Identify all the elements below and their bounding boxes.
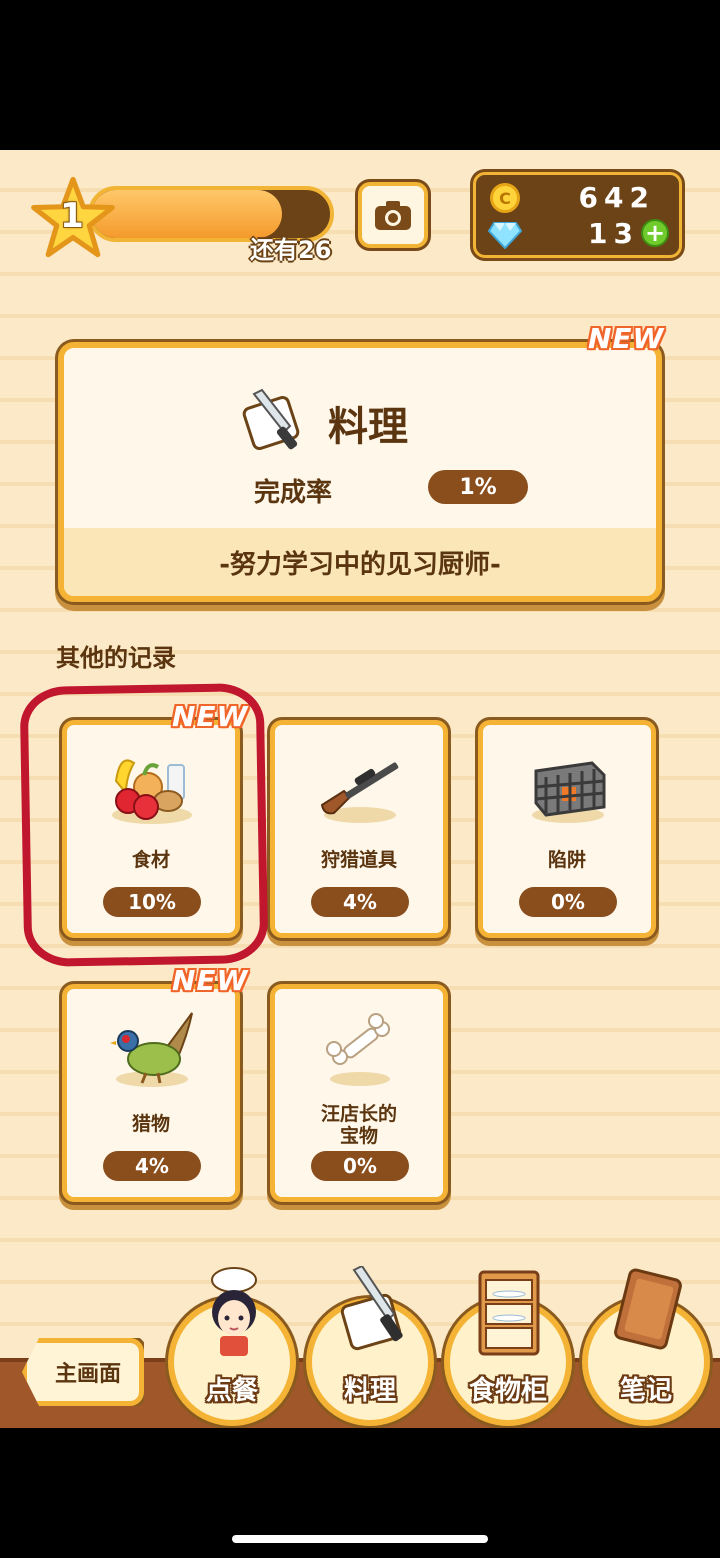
nav-tab-pantry[interactable]: 食物柜 (444, 1270, 572, 1426)
record-percent: 4% (311, 887, 409, 917)
other-records-title: 其他的记录 (56, 644, 176, 672)
nav-label: 笔记 (619, 1376, 672, 1406)
record-label: 猎物 (131, 1113, 170, 1135)
gem-count: 13 (588, 217, 639, 250)
camera-icon (375, 201, 411, 230)
record-tile-hunting-tools[interactable]: 狩猎道具 4% (270, 720, 448, 938)
bone-icon (326, 1013, 390, 1086)
trap-cage-icon (532, 761, 606, 823)
record-label: 陷阱 (547, 849, 586, 871)
knife-board-icon (340, 1266, 403, 1351)
chef-rank-text: -努力学习中的见习厨师- (64, 528, 656, 596)
record-tile-trap[interactable]: 陷阱 0% (478, 720, 656, 938)
ingredients-icon (112, 759, 192, 824)
cupboard-icon (478, 1270, 540, 1356)
new-badge: NEW (588, 322, 665, 355)
home-button[interactable]: 主画面 (22, 1338, 144, 1406)
level-number: 1 (60, 196, 84, 236)
record-percent: 10% (103, 887, 201, 917)
home-indicator[interactable] (232, 1535, 488, 1543)
currency-panel: C 642 13 + (473, 172, 682, 258)
record-tile-game-animals[interactable]: 猎物 4% (62, 984, 240, 1202)
knife-board-icon (242, 388, 300, 450)
record-percent: 0% (519, 887, 617, 917)
record-tile-ingredients[interactable]: 食材 10% (62, 720, 240, 938)
cooking-title: 料理 (328, 404, 408, 450)
nav-label: 食物柜 (468, 1376, 547, 1406)
pheasant-icon (110, 1012, 193, 1087)
add-gems-button[interactable]: + (641, 219, 669, 247)
completion-value: 1% (428, 470, 528, 504)
coin-icon: C (490, 183, 520, 213)
coin-count: 642 (578, 181, 655, 214)
nav-tab-order[interactable]: 点餐 (168, 1267, 296, 1426)
record-label: 汪店长的 宝物 (320, 1103, 397, 1147)
nav-tab-cooking[interactable]: 料理 (306, 1266, 434, 1426)
cooking-record-card[interactable]: 料理 完成率 1% -努力学习中的见习厨师- (58, 342, 662, 602)
record-percent: 4% (103, 1151, 201, 1181)
record-label: 食材 (131, 849, 170, 871)
new-badge: NEW (172, 964, 249, 997)
record-tile-manager-treasure[interactable]: 汪店长的 宝物 0% (270, 984, 448, 1202)
notebook-icon (614, 1268, 682, 1350)
hunting-rifle-icon (320, 762, 399, 823)
completion-label: 完成率 (254, 478, 333, 508)
chef-girl-icon (211, 1267, 257, 1356)
game-screen: 1 还有26 C 642 13 + 料理 完成率 1% -努力学习中的见习厨师-… (0, 150, 720, 1428)
nav-label: 料理 (343, 1376, 396, 1406)
record-label: 狩猎道具 (320, 849, 397, 871)
record-percent: 0% (311, 1151, 409, 1181)
nav-label: 点餐 (205, 1376, 258, 1406)
camera-button[interactable] (358, 182, 428, 248)
nav-tab-notes[interactable]: 笔记 (582, 1268, 710, 1426)
new-badge: NEW (172, 700, 249, 733)
xp-remaining-text: 还有26 (250, 236, 332, 264)
diamond-icon (488, 222, 522, 249)
